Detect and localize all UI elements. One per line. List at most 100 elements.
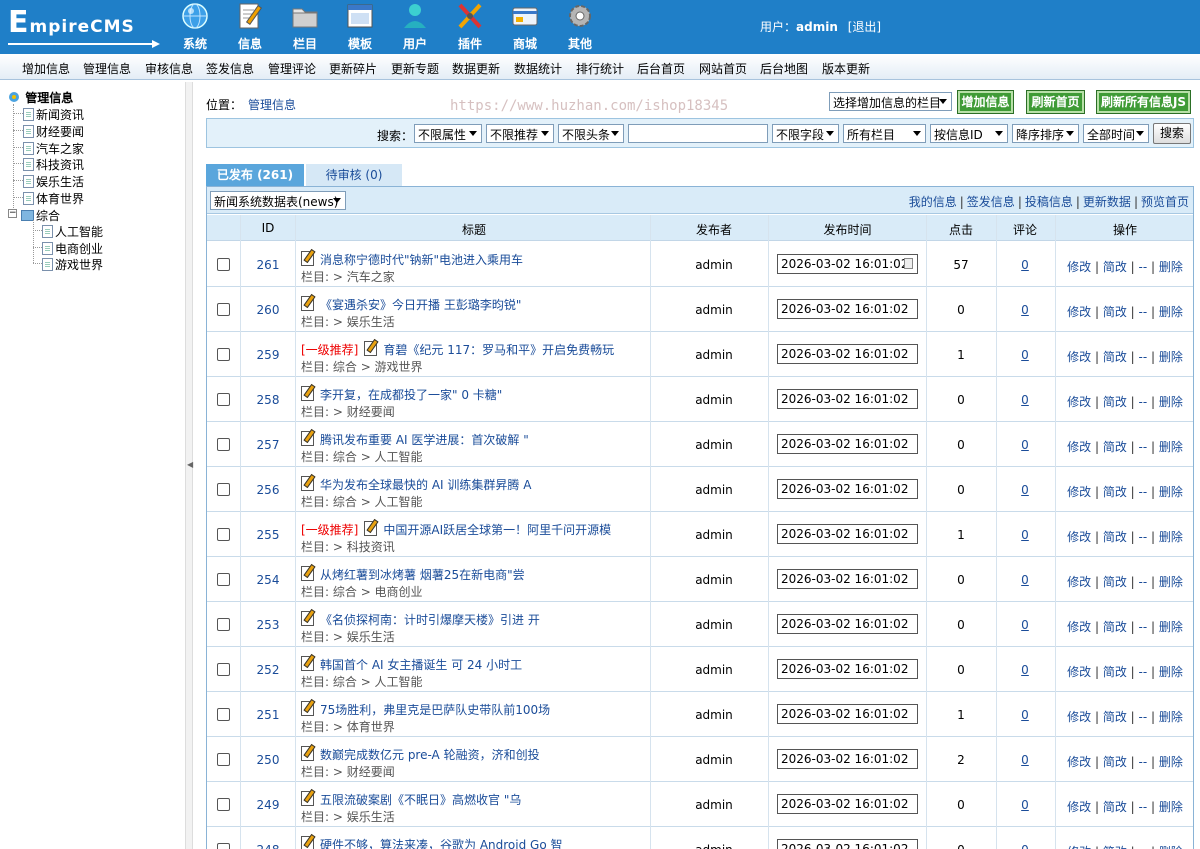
publish-time-field[interactable]: 2026-03-02 16:01:02 [777,254,918,274]
more-link[interactable]: -- [1139,755,1148,769]
info-id[interactable]: 254 [247,573,289,587]
info-title-link[interactable]: 从烤红薯到冰烤薯 烟薯25在新电商"尝 [320,568,525,582]
more-link[interactable]: -- [1139,710,1148,724]
more-link[interactable]: -- [1139,665,1148,679]
delete-link[interactable]: 删除 [1159,440,1183,454]
column-select[interactable]: 所有栏目 [843,124,926,143]
info-id[interactable]: 256 [247,483,289,497]
quick-edit-link[interactable]: 简改 [1103,305,1127,319]
row-checkbox[interactable] [217,303,230,316]
menu-rank-stats[interactable]: 排行统计 [576,60,624,77]
more-link[interactable]: -- [1139,620,1148,634]
info-title-link[interactable]: 消息称宁德时代"钠新"电池进入乘用车 [320,253,523,267]
refresh-home-button[interactable]: 刷新首页 [1026,90,1085,114]
publish-time-field[interactable]: 2026-03-02 16:01:02 [777,704,918,724]
more-link[interactable]: -- [1139,485,1148,499]
menu-add-info[interactable]: 增加信息 [22,60,70,77]
nav-info[interactable]: 信息 [223,0,277,54]
sort-order-select[interactable]: 降序排序 [1012,124,1079,143]
edit-post-icon[interactable] [301,251,314,266]
tree-item-auto[interactable]: 汽车之家 [23,140,84,157]
preview-home-link[interactable]: 预览首页 [1141,195,1189,209]
edit-link[interactable]: 修改 [1067,485,1091,499]
delete-link[interactable]: 删除 [1159,260,1183,274]
comment-count-link[interactable]: 0 [997,348,1053,362]
info-title-link[interactable]: 《宴遇杀安》今日开播 王彭璐李昀锐" [320,298,521,312]
add-info-button[interactable]: 增加信息 [957,90,1014,114]
info-id[interactable]: 255 [247,528,289,542]
row-checkbox[interactable] [217,798,230,811]
quick-edit-link[interactable]: 简改 [1103,575,1127,589]
menu-update-topics[interactable]: 更新专题 [391,60,439,77]
submit-info-link[interactable]: 投稿信息 [1025,195,1073,209]
search-button[interactable]: 搜索 [1153,123,1191,144]
row-checkbox[interactable] [217,618,230,631]
update-data-link[interactable]: 更新数据 [1083,195,1131,209]
edit-post-icon[interactable] [301,296,314,311]
edit-link[interactable]: 修改 [1067,665,1091,679]
column-link[interactable]: > 娱乐生活 [333,315,395,329]
more-link[interactable]: -- [1139,305,1148,319]
info-title-link[interactable]: 李开复，在成都投了一家" 0 卡糖" [320,388,502,402]
info-id[interactable]: 257 [247,438,289,452]
column-link[interactable]: 综合 > 人工智能 [333,675,423,689]
row-checkbox[interactable] [217,708,230,721]
collapse-icon[interactable]: − [8,209,17,218]
tree-item-ecommerce[interactable]: 电商创业 [42,240,103,257]
quick-edit-link[interactable]: 简改 [1103,755,1127,769]
data-table-select[interactable]: 新闻系统数据表(news) [210,191,346,210]
tree-item-entertainment[interactable]: 娱乐生活 [23,173,84,190]
info-title-link[interactable]: 腾讯发布重要 AI 医学进展：首次破解 " [320,433,529,447]
info-title-link[interactable]: 韩国首个 AI 女主播诞生 可 24 小时工 [320,658,522,672]
menu-data-stats[interactable]: 数据统计 [514,60,562,77]
nav-other[interactable]: 其他 [553,0,607,54]
nav-system[interactable]: 系统 [168,0,222,54]
row-checkbox[interactable] [217,753,230,766]
comment-count-link[interactable]: 0 [997,303,1053,317]
quick-edit-link[interactable]: 简改 [1103,620,1127,634]
comment-count-link[interactable]: 0 [997,663,1053,677]
menu-update-fragments[interactable]: 更新碎片 [329,60,377,77]
info-title-link[interactable]: 硬件不够，算法来凑，谷歌为 Android Go 智 [320,838,562,849]
publish-time-field[interactable]: 2026-03-02 16:01:02 [777,434,918,454]
nav-plugin[interactable]: 插件 [443,0,497,54]
publish-time-field[interactable]: 2026-03-02 16:01:02 [777,614,918,634]
tree-item-news[interactable]: 新闻资讯 [23,106,84,123]
menu-site-home[interactable]: 网站首页 [699,60,747,77]
publish-time-field[interactable]: 2026-03-02 16:01:02 [777,299,918,319]
menu-manage-comments[interactable]: 管理评论 [268,60,316,77]
comment-count-link[interactable]: 0 [997,528,1053,542]
tab-pending[interactable]: 待审核 (0) [306,164,402,186]
quick-edit-link[interactable]: 简改 [1103,485,1127,499]
menu-admin-map[interactable]: 后台地图 [760,60,808,77]
edit-post-icon[interactable] [301,431,314,446]
column-link[interactable]: > 财经要闻 [333,405,395,419]
tab-published[interactable]: 已发布 (261) [206,164,304,186]
tree-item-finance[interactable]: 财经要闻 [23,123,84,140]
menu-data-update[interactable]: 数据更新 [452,60,500,77]
edit-post-icon[interactable] [301,836,314,849]
publish-time-field[interactable]: 2026-03-02 16:01:02 [777,524,918,544]
comment-count-link[interactable]: 0 [997,573,1053,587]
edit-link[interactable]: 修改 [1067,350,1091,364]
time-range-select[interactable]: 全部时间 [1083,124,1149,143]
edit-link[interactable]: 修改 [1067,575,1091,589]
more-link[interactable]: -- [1139,395,1148,409]
more-link[interactable]: -- [1139,845,1148,849]
edit-link[interactable]: 修改 [1067,440,1091,454]
column-link[interactable]: > 财经要闻 [333,765,395,779]
menu-review-info[interactable]: 审核信息 [145,60,193,77]
quick-edit-link[interactable]: 简改 [1103,260,1127,274]
edit-post-icon[interactable] [364,521,378,536]
info-id[interactable]: 258 [247,393,289,407]
edit-post-icon[interactable] [301,701,314,716]
edit-post-icon[interactable] [301,656,314,671]
nav-user[interactable]: 用户 [388,0,442,54]
nav-shop[interactable]: 商城 [498,0,552,54]
quick-edit-link[interactable]: 简改 [1103,800,1127,814]
delete-link[interactable]: 删除 [1159,800,1183,814]
edit-post-icon[interactable] [301,566,314,581]
info-id[interactable]: 250 [247,753,289,767]
info-title-link[interactable]: 中国开源AI跃居全球第一！阿里千问开源模 [383,523,611,537]
row-checkbox[interactable] [217,528,230,541]
